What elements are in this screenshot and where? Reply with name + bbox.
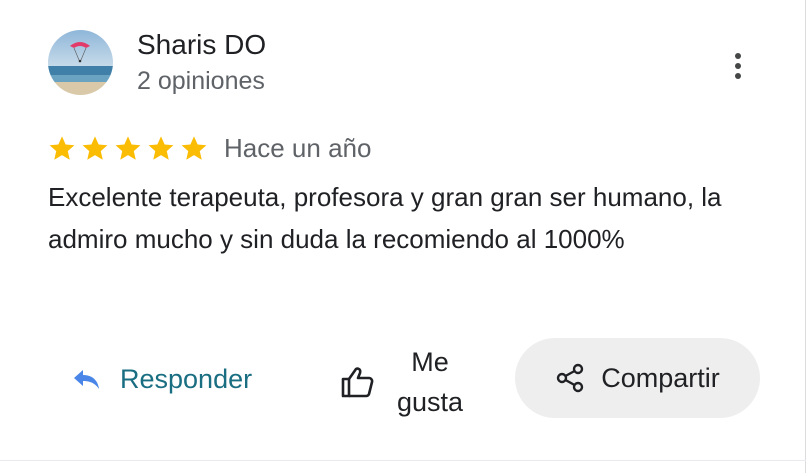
- reply-icon: [74, 370, 99, 389]
- rating-row: Hace un año: [48, 131, 371, 165]
- star-icon: [115, 136, 141, 160]
- reply-label: Responder: [120, 363, 253, 394]
- thumb-up-icon: [341, 367, 374, 398]
- author-name[interactable]: Sharis DO: [137, 28, 266, 62]
- like-button[interactable]: Me gusta: [340, 342, 470, 422]
- author-review-count: 2 opiniones: [137, 67, 265, 95]
- share-icon: [557, 363, 584, 393]
- star-icon: [148, 136, 174, 160]
- more-options-button[interactable]: [720, 46, 756, 86]
- review-header: Sharis DO 2 opiniones: [48, 28, 788, 98]
- star-icon: [49, 136, 75, 160]
- avatar-image: [48, 30, 113, 95]
- review-text: Excelente terapeuta, profesora y gran gr…: [48, 182, 722, 254]
- star-icon: [181, 136, 207, 160]
- star-rating: [48, 134, 208, 162]
- share-button[interactable]: Compartir: [515, 338, 760, 418]
- card-divider: [0, 460, 806, 461]
- review-actions: Responder Me gusta Compartir: [48, 336, 788, 422]
- share-label: Compartir: [601, 362, 720, 393]
- reply-button[interactable]: Responder: [72, 358, 252, 400]
- avatar[interactable]: [48, 30, 113, 95]
- more-vert-icon: [735, 53, 741, 79]
- review-date: Hace un año: [224, 133, 372, 163]
- like-label: Me gusta: [396, 347, 464, 417]
- star-icon: [82, 136, 108, 160]
- review-card: Sharis DO 2 opiniones Hace un año Excele…: [0, 0, 806, 473]
